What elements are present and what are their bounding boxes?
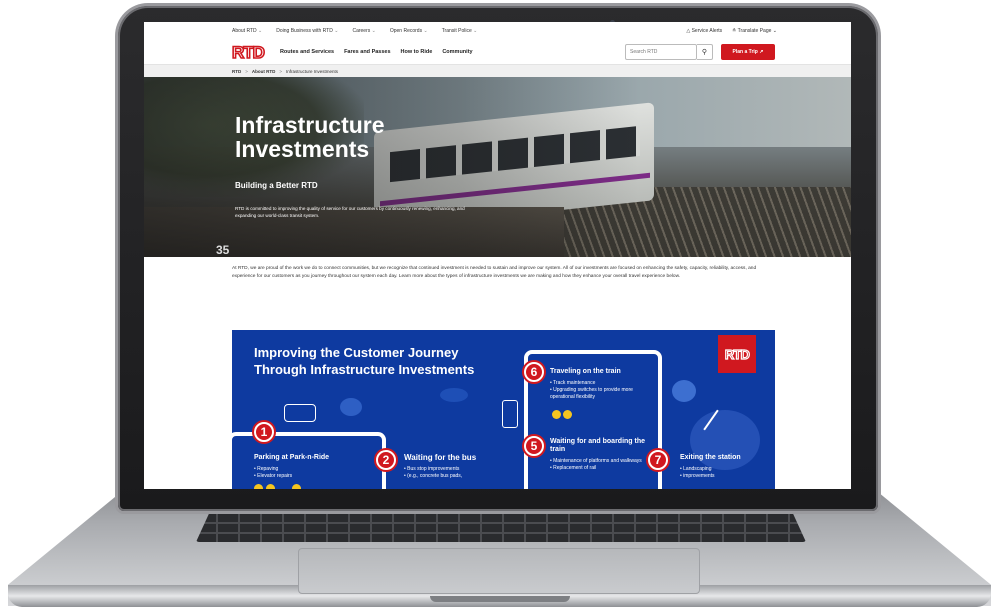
chevron-right-icon: >: [245, 68, 248, 74]
laptop-notch: [430, 596, 570, 602]
search-button[interactable]: ⚲: [697, 44, 713, 60]
hero-subtitle: Building a Better RTD: [235, 181, 318, 190]
search-input[interactable]: Search RTD: [625, 44, 697, 60]
hero-description: RTD is committed to improving the qualit…: [235, 206, 465, 218]
nav-how-to-ride[interactable]: How to Ride: [401, 49, 433, 55]
utility-item-doing-business[interactable]: Doing Business with RTD: [276, 28, 338, 34]
translate-page-link[interactable]: ≙ Translate Page ⌄: [732, 28, 777, 34]
utility-item-careers[interactable]: Careers: [352, 28, 375, 34]
nav-fares-passes[interactable]: Fares and Passes: [344, 49, 390, 55]
hero-banner: 35 Infrastructure Investments Building a…: [144, 77, 851, 257]
search-icon: ⚲: [701, 49, 708, 56]
breadcrumb-rtd[interactable]: RTD: [232, 69, 241, 74]
hero-overlay: [144, 77, 851, 257]
breadcrumb-current: Infrastructure Investments: [286, 68, 339, 74]
laptop-screen: About RTD Doing Business with RTD Career…: [144, 22, 851, 489]
utility-item-transit-police[interactable]: Transit Police: [442, 28, 478, 34]
utility-nav: About RTD Doing Business with RTD Career…: [144, 22, 851, 40]
nav-routes-services[interactable]: Routes and Services: [280, 49, 334, 55]
plan-trip-button[interactable]: Plan a Trip ↗: [721, 44, 775, 60]
hero-sign-35: 35: [216, 243, 230, 257]
utility-item-about[interactable]: About RTD: [232, 28, 262, 34]
main-nav: RTD Routes and Services Fares and Passes…: [144, 40, 851, 65]
rtd-logo[interactable]: RTD: [231, 43, 266, 62]
external-link-icon: ↗: [759, 49, 764, 55]
breadcrumb-about[interactable]: About RTD: [252, 69, 276, 74]
breadcrumb: RTD > About RTD > Infrastructure Investm…: [144, 65, 851, 77]
utility-item-open-records[interactable]: Open Records: [390, 28, 428, 34]
page-title: Infrastructure Investments: [235, 112, 385, 162]
laptop-trackpad: [298, 548, 700, 594]
nav-community[interactable]: Community: [442, 49, 472, 55]
intro-paragraph: At RTD, we are proud of the work we do t…: [232, 266, 757, 279]
service-alerts-link[interactable]: △ Service Alerts: [686, 28, 722, 34]
chevron-right-icon: >: [279, 68, 283, 74]
